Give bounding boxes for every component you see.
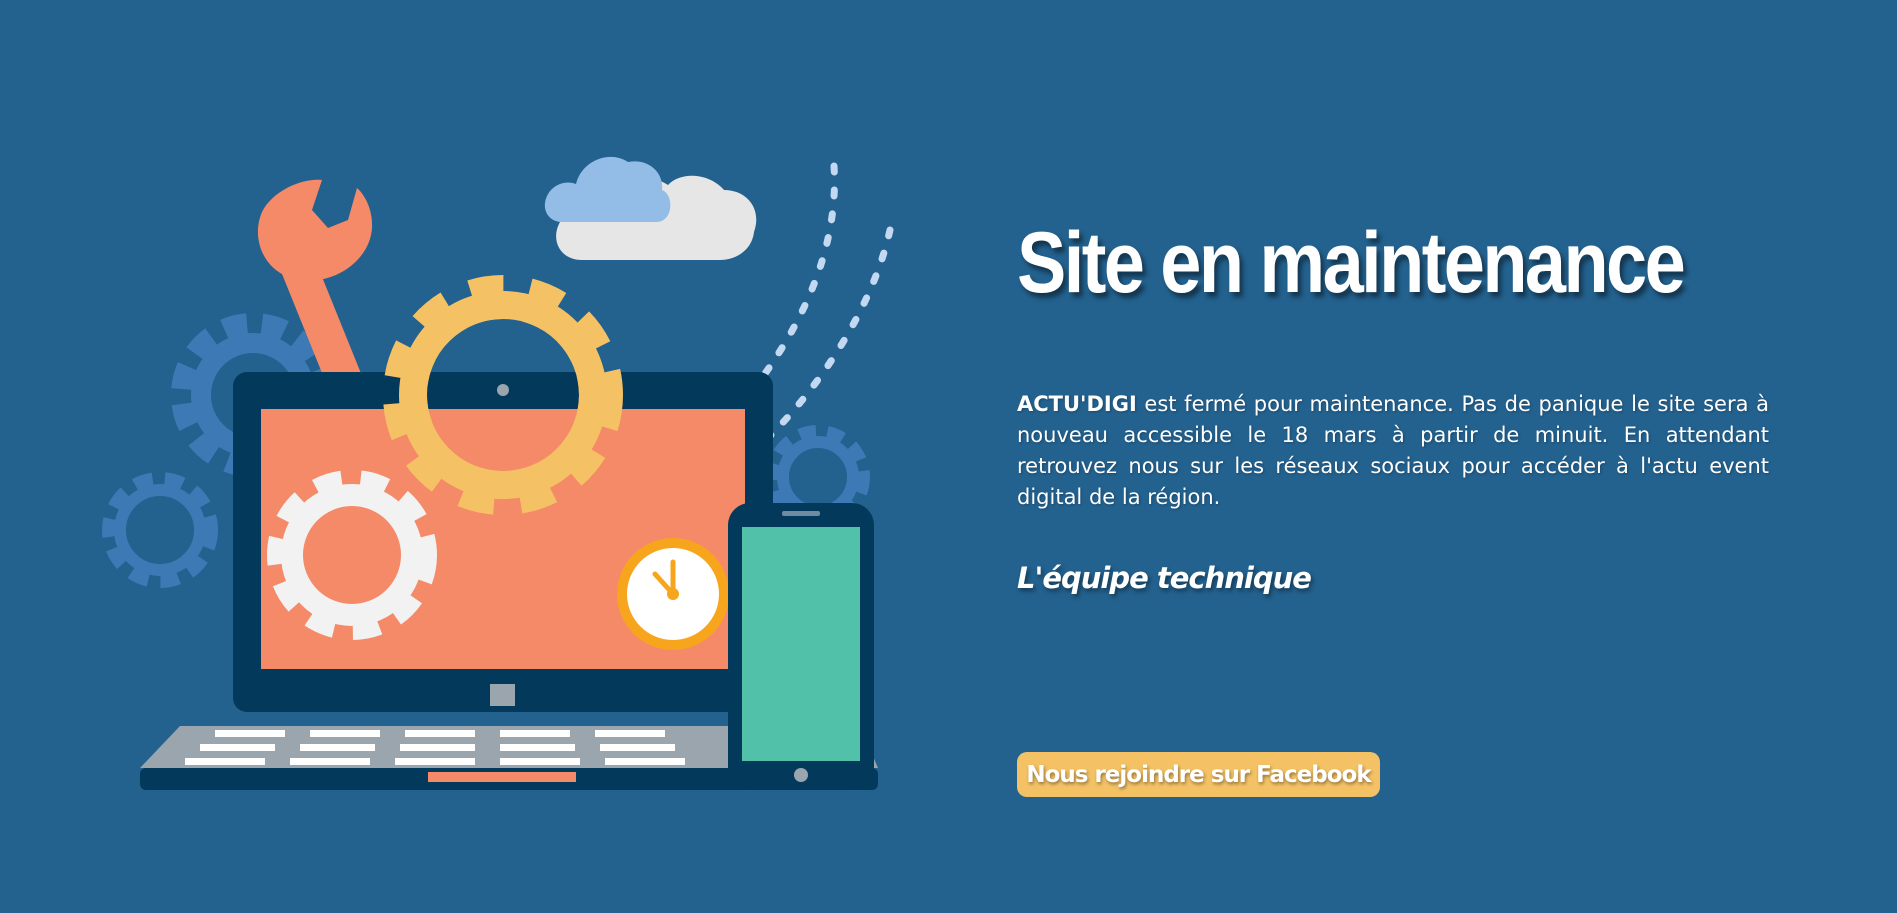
brand-name: ACTU'DIGI (1017, 392, 1137, 416)
maintenance-content: Site en maintenance ACTU'DIGI est fermé … (1017, 220, 1769, 595)
cloud-icon (544, 156, 757, 260)
maintenance-message: ACTU'DIGI est fermé pour maintenance. Pa… (1017, 389, 1769, 513)
facebook-join-button[interactable]: Nous rejoindre sur Facebook (1017, 752, 1380, 797)
wrench-icon (257, 179, 373, 395)
clock-icon (617, 538, 729, 650)
signature: L'équipe technique (1017, 561, 1312, 595)
smartphone-icon (728, 503, 874, 789)
page-title: Site en maintenance (1017, 215, 1686, 311)
maintenance-page: Site en maintenance ACTU'DIGI est fermé … (0, 0, 1897, 913)
maintenance-illustration (102, 156, 894, 790)
background-gear-small-icon (102, 472, 218, 588)
